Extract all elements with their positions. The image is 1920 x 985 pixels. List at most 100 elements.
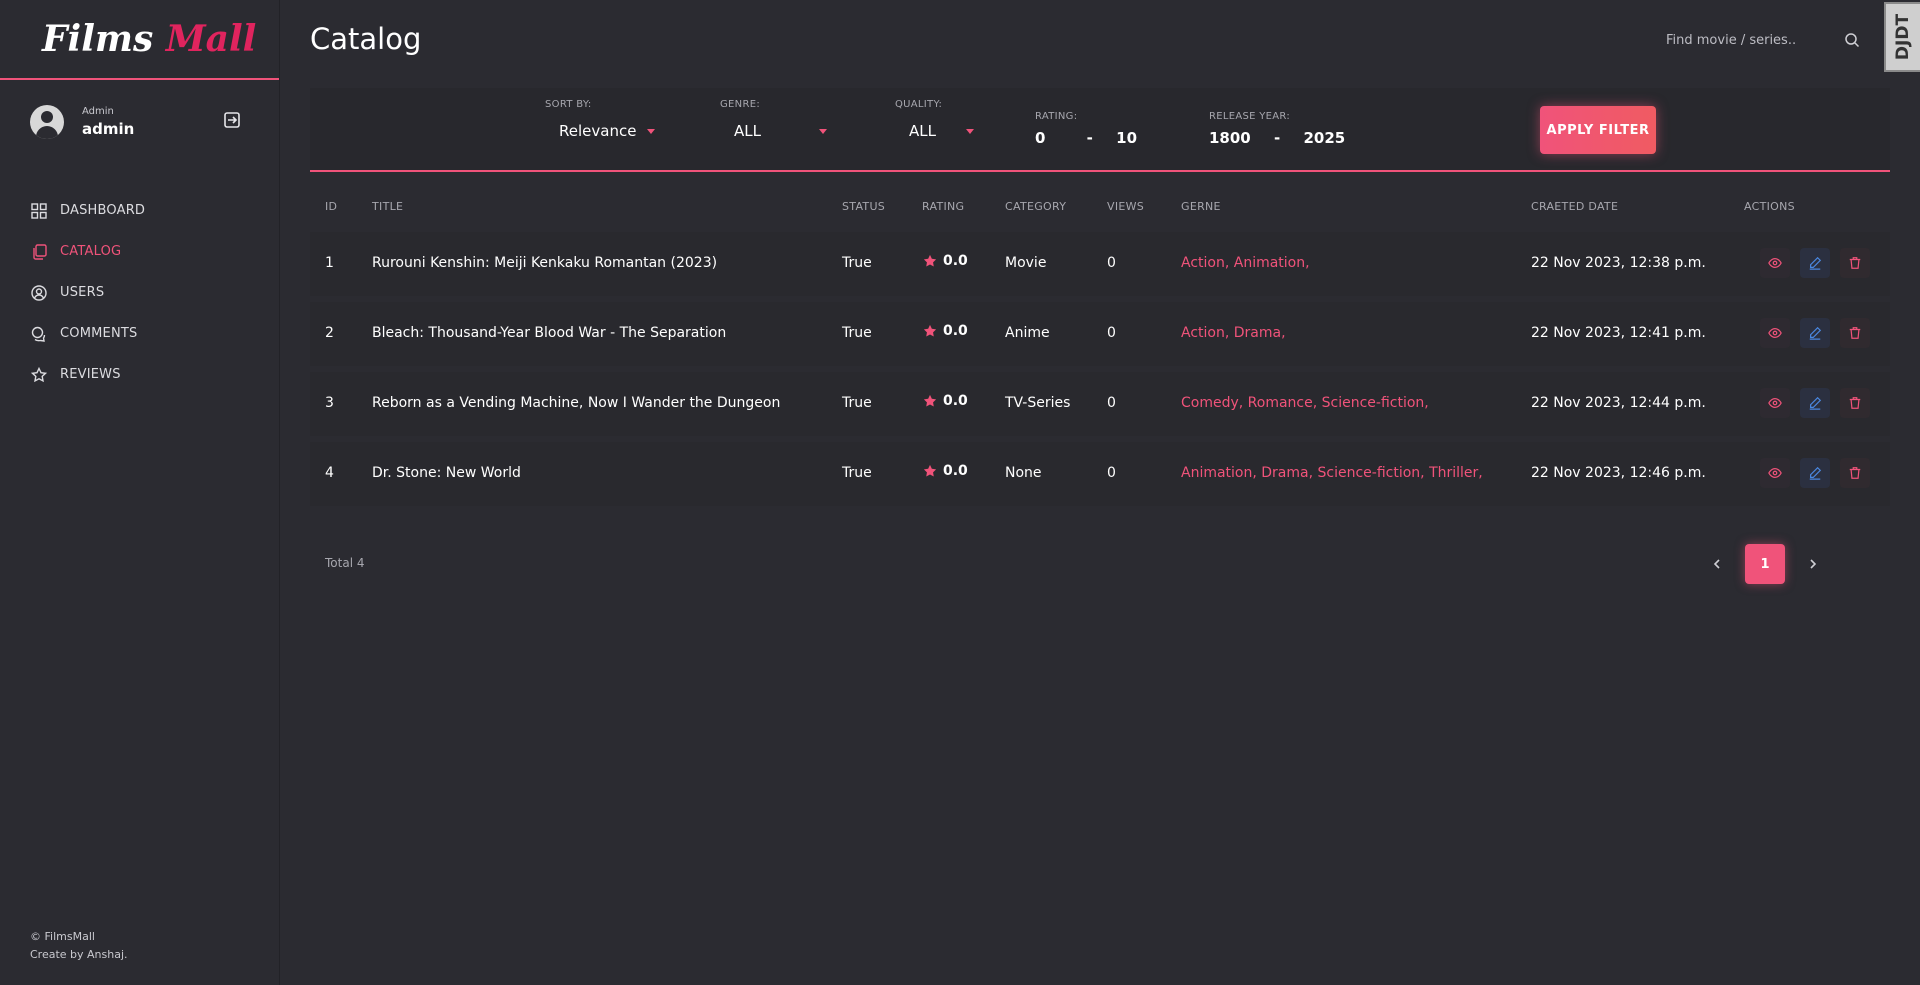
quality-filter[interactable]: QUALITY: ALL bbox=[895, 98, 974, 140]
column-genre: GERNE bbox=[1181, 200, 1221, 213]
prev-page-button[interactable] bbox=[1705, 552, 1729, 576]
chevron-left-icon bbox=[1713, 559, 1720, 569]
chevron-right-icon bbox=[1810, 559, 1817, 569]
rating-value: 0.0 bbox=[943, 463, 968, 479]
column-title: TITLE bbox=[372, 200, 404, 213]
column-category: CATEGORY bbox=[1005, 200, 1067, 213]
genre-select[interactable]: ALL bbox=[734, 122, 827, 140]
logo-area: Films Mall bbox=[0, 0, 279, 80]
trash-icon bbox=[1849, 257, 1861, 269]
quality-select[interactable]: ALL bbox=[909, 122, 974, 140]
cell-category: None bbox=[1005, 465, 1042, 481]
cell-status: True bbox=[842, 465, 872, 481]
quality-label: QUALITY: bbox=[895, 99, 943, 110]
cell-rating: 0.0 bbox=[923, 323, 968, 339]
cell-id: 1 bbox=[325, 255, 334, 271]
cell-created: 22 Nov 2023, 12:41 p.m. bbox=[1531, 325, 1706, 341]
cell-genre[interactable]: Action, Animation, bbox=[1181, 255, 1310, 271]
page-button-1[interactable]: 1 bbox=[1745, 544, 1785, 584]
edit-button[interactable] bbox=[1800, 248, 1830, 278]
table-row: 4 Dr. Stone: New World True 0.0 None 0 A… bbox=[310, 442, 1890, 506]
dashboard-icon bbox=[30, 202, 47, 219]
table-row: 2 Bleach: Thousand-Year Blood War - The … bbox=[310, 302, 1890, 366]
cell-category: Anime bbox=[1005, 325, 1050, 341]
sidebar-item-label: DASHBOARD bbox=[60, 203, 146, 218]
sidebar-item-comments[interactable]: COMMENTS bbox=[30, 313, 260, 354]
brand-logo-part1: Films bbox=[42, 18, 154, 60]
cell-status: True bbox=[842, 255, 872, 271]
table-header: ID TITLE STATUS RATING CATEGORY VIEWS GE… bbox=[310, 188, 1890, 226]
search-bar[interactable]: Find movie / series.. bbox=[1650, 22, 1880, 58]
delete-button[interactable] bbox=[1840, 248, 1870, 278]
user-name: admin bbox=[82, 120, 135, 138]
next-page-button[interactable] bbox=[1801, 552, 1825, 576]
range-separator: - bbox=[1273, 129, 1281, 147]
avatar bbox=[30, 105, 64, 139]
rating-filter[interactable]: RATING: 0 - 10 bbox=[1035, 110, 1137, 147]
cell-category: TV-Series bbox=[1005, 395, 1071, 411]
sidebar-item-dashboard[interactable]: DASHBOARD bbox=[30, 190, 260, 231]
rating-range[interactable]: 0 - 10 bbox=[1035, 129, 1137, 147]
catalog-table: ID TITLE STATUS RATING CATEGORY VIEWS GE… bbox=[310, 188, 1890, 506]
sidebar-item-catalog[interactable]: CATALOG bbox=[30, 231, 260, 272]
search-input[interactable]: Find movie / series.. bbox=[1666, 33, 1844, 48]
cell-genre[interactable]: Animation, Drama, Science-fiction, Thril… bbox=[1181, 465, 1483, 481]
cell-views: 0 bbox=[1107, 255, 1116, 271]
table-row: 3 Reborn as a Vending Machine, Now I Wan… bbox=[310, 372, 1890, 436]
debug-toolbar-toggle[interactable]: DJDT bbox=[1884, 2, 1920, 72]
year-max: 2025 bbox=[1303, 129, 1346, 147]
delete-button[interactable] bbox=[1840, 388, 1870, 418]
year-range[interactable]: 1800 - 2025 bbox=[1209, 129, 1345, 147]
pencil-icon bbox=[1809, 256, 1822, 270]
cell-created: 22 Nov 2023, 12:38 p.m. bbox=[1531, 255, 1706, 271]
year-min: 1800 bbox=[1209, 129, 1251, 147]
column-id: ID bbox=[325, 200, 338, 213]
cell-genre[interactable]: Action, Drama, bbox=[1181, 325, 1286, 341]
cell-created: 22 Nov 2023, 12:44 p.m. bbox=[1531, 395, 1706, 411]
cell-views: 0 bbox=[1107, 325, 1116, 341]
column-rating: RATING bbox=[922, 200, 965, 213]
edit-button[interactable] bbox=[1800, 318, 1830, 348]
genre-filter[interactable]: GENRE: ALL bbox=[720, 98, 827, 140]
sort-filter[interactable]: SORT BY: Relevance bbox=[545, 98, 656, 140]
debug-toolbar-label: DJDT bbox=[1893, 13, 1913, 61]
sort-label: SORT BY: bbox=[545, 99, 592, 110]
search-icon[interactable] bbox=[1844, 32, 1860, 48]
star-icon bbox=[923, 464, 937, 477]
column-actions: ACTIONS bbox=[1744, 200, 1795, 213]
cell-views: 0 bbox=[1107, 465, 1116, 481]
cell-title: Rurouni Kenshin: Meiji Kenkaku Romantan … bbox=[372, 255, 718, 271]
view-button[interactable] bbox=[1760, 248, 1790, 278]
table-row: 1 Rurouni Kenshin: Meiji Kenkaku Romanta… bbox=[310, 232, 1890, 296]
logout-icon[interactable] bbox=[222, 110, 242, 130]
sidebar-item-reviews[interactable]: REVIEWS bbox=[30, 354, 260, 395]
view-button[interactable] bbox=[1760, 458, 1790, 488]
column-views: VIEWS bbox=[1107, 200, 1145, 213]
apply-filter-button[interactable]: APPLY FILTER bbox=[1540, 106, 1656, 154]
user-panel: Admin admin bbox=[30, 100, 242, 144]
brand-logo[interactable]: Films Mall bbox=[42, 18, 256, 60]
rating-value: 0.0 bbox=[943, 393, 968, 409]
sidebar-item-label: CATALOG bbox=[60, 244, 122, 259]
quality-value: ALL bbox=[909, 122, 936, 140]
cell-title: Bleach: Thousand-Year Blood War - The Se… bbox=[372, 325, 727, 341]
year-filter[interactable]: RELEASE YEAR: 1800 - 2025 bbox=[1209, 110, 1345, 147]
edit-button[interactable] bbox=[1800, 388, 1830, 418]
cell-views: 0 bbox=[1107, 395, 1116, 411]
edit-button[interactable] bbox=[1800, 458, 1830, 488]
column-created: CRAETED DATE bbox=[1531, 200, 1619, 213]
user-role: Admin bbox=[82, 106, 114, 117]
rating-value: 0.0 bbox=[943, 323, 968, 339]
cell-genre[interactable]: Comedy, Romance, Science-fiction, bbox=[1181, 395, 1429, 411]
delete-button[interactable] bbox=[1840, 318, 1870, 348]
trash-icon bbox=[1849, 467, 1861, 479]
sidebar: Films Mall Admin admin DASHBOARD CATALOG… bbox=[0, 0, 280, 985]
sidebar-item-users[interactable]: USERS bbox=[30, 272, 260, 313]
cell-created: 22 Nov 2023, 12:46 p.m. bbox=[1531, 465, 1706, 481]
view-button[interactable] bbox=[1760, 318, 1790, 348]
view-button[interactable] bbox=[1760, 388, 1790, 418]
delete-button[interactable] bbox=[1840, 458, 1870, 488]
sort-select[interactable]: Relevance bbox=[559, 122, 656, 140]
rating-label: RATING: bbox=[1035, 111, 1078, 122]
chevron-down-icon bbox=[647, 128, 656, 134]
